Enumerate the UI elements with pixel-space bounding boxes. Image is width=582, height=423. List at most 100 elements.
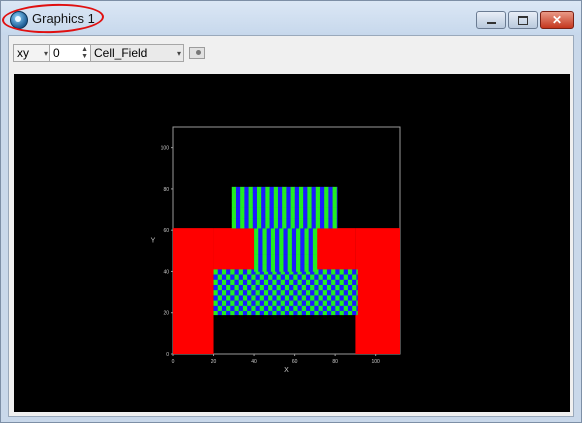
cell (276, 279, 282, 286)
cell (261, 202, 266, 208)
cell (286, 212, 291, 219)
cell (213, 310, 219, 316)
cell (279, 238, 284, 245)
cell (269, 192, 275, 198)
cell (311, 223, 317, 229)
cell (272, 295, 277, 301)
cell (270, 243, 276, 250)
spin-arrows-icon[interactable]: ▲ ▼ (81, 46, 88, 60)
cell (213, 279, 219, 286)
cell (280, 279, 286, 286)
cell (276, 295, 282, 301)
close-button[interactable]: ✕ (540, 11, 574, 29)
cell (352, 284, 357, 291)
cell (273, 212, 279, 219)
cell (213, 269, 219, 275)
cell (311, 186, 317, 193)
cell (234, 279, 240, 286)
cell (283, 254, 288, 260)
cell (308, 269, 314, 272)
cell (221, 300, 227, 307)
cell (301, 284, 307, 291)
slice-spinbox[interactable]: 0 ▲ ▼ (49, 44, 91, 62)
cell (240, 207, 245, 214)
cell (310, 300, 315, 307)
cell (307, 212, 312, 219)
cell (324, 186, 329, 193)
cell (310, 290, 315, 296)
plane-select[interactable]: xy ▾ (13, 44, 51, 62)
cell (315, 192, 321, 198)
cell (235, 212, 241, 219)
cell (263, 279, 269, 286)
cell (305, 300, 311, 307)
cell (318, 310, 324, 316)
cell (290, 212, 296, 219)
cell (240, 218, 245, 224)
cell (284, 279, 290, 286)
cell (291, 238, 297, 245)
cell (294, 197, 300, 203)
cell (298, 197, 304, 203)
cell (261, 223, 266, 229)
cell (226, 305, 231, 312)
graphics-canvas[interactable]: 0 20 40 60 80 100 0 20 40 60 80 100 X Y (14, 74, 570, 412)
cell (268, 279, 273, 286)
cell (279, 269, 284, 272)
cell (347, 310, 353, 316)
cell (261, 186, 266, 193)
cell (226, 284, 231, 291)
cell (343, 300, 349, 307)
screenshot-button[interactable] (189, 47, 205, 59)
cell (279, 228, 284, 234)
cell (248, 207, 254, 214)
cell (304, 233, 309, 239)
graphics-window: Graphics 1 ✕ xy ▾ 0 ▲ ▼ Cell_Field ▾ 0 20 4… (0, 0, 582, 423)
cell (272, 284, 277, 291)
cell (272, 310, 277, 316)
cell (331, 305, 336, 312)
cell (217, 274, 223, 281)
cell (226, 300, 231, 307)
minimize-button[interactable] (476, 11, 506, 29)
cell (308, 243, 314, 250)
cell (322, 290, 328, 296)
cell (312, 228, 318, 234)
cell (312, 238, 318, 245)
cell (270, 269, 276, 272)
cell (289, 295, 294, 301)
cell (244, 192, 249, 198)
cell (230, 310, 235, 316)
cell (286, 192, 291, 198)
cell (291, 233, 297, 239)
cell (335, 310, 340, 316)
cell (263, 274, 269, 281)
cell (356, 305, 358, 312)
cell (262, 254, 267, 260)
graphics-toolbar: xy ▾ 0 ▲ ▼ Cell_Field ▾ (9, 44, 573, 64)
cell (332, 212, 338, 219)
cell (322, 310, 328, 316)
cell (276, 290, 282, 296)
cell (287, 264, 293, 271)
cell (279, 254, 284, 260)
cell (315, 186, 321, 193)
maximize-button[interactable] (508, 11, 538, 29)
field-select[interactable]: Cell_Field ▾ (90, 44, 184, 62)
cell (217, 295, 223, 301)
cell (259, 310, 265, 316)
title-bar[interactable]: Graphics 1 ✕ (1, 1, 581, 35)
cell (287, 233, 293, 239)
cell (307, 192, 312, 198)
y-tick-label: 80 (163, 187, 169, 193)
cell (336, 207, 338, 214)
cell (283, 264, 288, 271)
cell (312, 254, 318, 260)
cell (265, 212, 270, 219)
cell (230, 279, 235, 286)
cell (319, 186, 325, 193)
cell (255, 310, 261, 316)
cell (261, 197, 266, 203)
cell (290, 218, 296, 224)
cell (262, 269, 267, 272)
